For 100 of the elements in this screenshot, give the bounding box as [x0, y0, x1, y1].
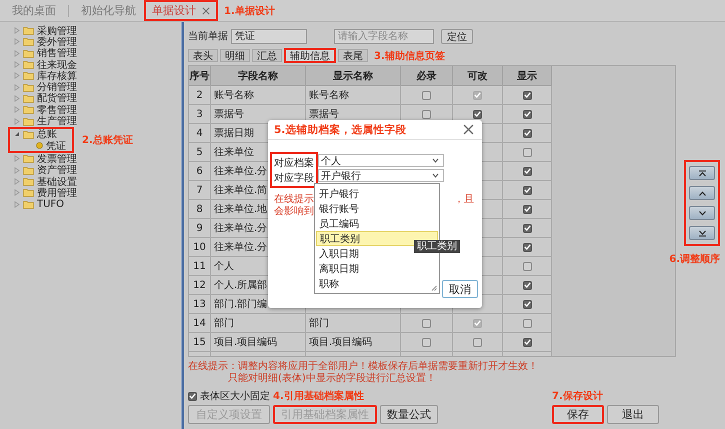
table-cell: 11	[189, 257, 211, 276]
checkbox[interactable]	[522, 318, 532, 328]
checkbox[interactable]	[422, 338, 431, 346]
folder-icon	[23, 130, 34, 139]
expand-arrow-icon[interactable]	[14, 38, 20, 46]
locate-button[interactable]: 定位	[441, 28, 473, 44]
folder-icon	[23, 188, 34, 198]
dropdown-option[interactable]: 离职日期	[316, 261, 438, 276]
tree-item[interactable]: 凭证	[46, 138, 66, 153]
checkbox[interactable]	[522, 204, 532, 214]
expand-arrow-icon[interactable]	[14, 189, 20, 196]
dropdown-option[interactable]: 银行账号	[316, 201, 438, 216]
field-label: 当前单据	[188, 30, 228, 43]
close-icon[interactable]	[202, 6, 210, 14]
expand-arrow-icon[interactable]	[14, 72, 20, 80]
tip-text: 在线提示：调整内容将应用于全部用户！模板保存后单据需要重新打开才生效！	[188, 361, 539, 372]
folder-icon	[23, 166, 34, 175]
search-field[interactable]: 请输入字段名称	[334, 28, 434, 44]
checkbox[interactable]	[522, 262, 532, 270]
table-cell: 15	[189, 333, 211, 352]
move-top-button[interactable]	[689, 166, 715, 180]
dropdown-option[interactable]: 员工编码	[316, 216, 438, 231]
collapse-arrow-icon[interactable]	[14, 131, 20, 138]
checkbox[interactable]	[422, 110, 431, 118]
checkbox[interactable]	[522, 166, 532, 176]
expand-arrow-icon[interactable]	[14, 61, 20, 68]
cancel-button[interactable]: 取消	[442, 280, 478, 298]
dropdown-field[interactable]: 开户银行	[318, 169, 444, 182]
expand-arrow-icon[interactable]	[14, 155, 20, 162]
expand-arrow-icon[interactable]	[14, 84, 20, 91]
folder-icon	[23, 154, 34, 164]
checkbox[interactable]	[522, 110, 532, 118]
move-bottom-button[interactable]	[689, 226, 715, 240]
table-cell: 3	[189, 105, 211, 124]
expand-arrow-icon[interactable]	[14, 50, 20, 57]
checkbox[interactable]	[522, 280, 532, 290]
tree-item[interactable]: 发票管理	[37, 152, 77, 166]
exit-button[interactable]: 退出	[607, 405, 659, 424]
annotation-label: 2.总账凭证	[82, 134, 133, 147]
expand-arrow-icon[interactable]	[14, 166, 20, 174]
checkbox[interactable]	[473, 338, 482, 346]
tree-item[interactable]: 资产管理	[37, 163, 77, 178]
table-cell: 9	[189, 219, 211, 238]
folder-icon	[23, 105, 34, 114]
tab[interactable]: 表尾	[338, 49, 368, 62]
folder-icon	[23, 177, 34, 186]
table-cell: 部门	[211, 314, 306, 333]
tree-item[interactable]: 销售管理	[37, 46, 77, 60]
checkbox[interactable]	[522, 338, 532, 346]
expand-arrow-icon[interactable]	[14, 200, 20, 208]
table-cell: 2	[189, 86, 211, 105]
column-header: 必录	[401, 66, 453, 86]
table-cell: 账号名称	[211, 86, 306, 105]
checkbox[interactable]	[522, 186, 532, 194]
save-button[interactable]: 保存	[552, 405, 604, 424]
table-cell: 7	[189, 181, 211, 200]
close-icon[interactable]	[463, 124, 474, 135]
tab[interactable]: 表头	[188, 49, 218, 62]
annotation-label: 7.保存设计	[552, 390, 603, 403]
checkbox[interactable]	[422, 318, 431, 328]
checkbox[interactable]	[522, 90, 532, 100]
annotation-label: 3.辅助信息页签	[374, 50, 445, 62]
checkbox[interactable]	[522, 242, 532, 252]
tab[interactable]: 辅助信息	[284, 48, 336, 63]
table-cell: 项目.项目编码	[211, 333, 306, 352]
checkbox[interactable]	[522, 224, 532, 232]
checkbox[interactable]	[522, 148, 532, 156]
dropdown-field[interactable]: 个人	[318, 154, 444, 167]
expand-arrow-icon[interactable]	[14, 94, 20, 102]
table-cell: 票据号	[211, 105, 306, 124]
folder-icon	[23, 71, 34, 80]
expand-arrow-icon[interactable]	[14, 178, 20, 185]
resize-grip-icon[interactable]	[431, 285, 437, 291]
annotation-label: 4.引用基础档案属性	[273, 389, 364, 403]
checkbox[interactable]	[188, 392, 197, 400]
document-field[interactable]: 凭证	[231, 28, 307, 44]
expand-arrow-icon[interactable]	[14, 106, 20, 114]
column-header: 可改	[453, 66, 503, 86]
checkbox[interactable]	[422, 90, 431, 100]
tree-item[interactable]: 总账	[37, 127, 57, 142]
expand-arrow-icon[interactable]	[14, 27, 20, 34]
tree-item[interactable]: 生产管理	[37, 114, 77, 128]
caret-down-icon	[698, 210, 706, 216]
move-up-button[interactable]	[689, 186, 715, 200]
dropdown-option[interactable]: 开户银行	[316, 186, 438, 201]
tab[interactable]: 明细	[220, 49, 250, 62]
action-button[interactable]: 数量公式	[380, 405, 438, 424]
move-down-button[interactable]	[689, 206, 715, 220]
checkbox[interactable]	[473, 110, 482, 118]
table-cell: 8	[189, 200, 211, 219]
checkbox[interactable]	[522, 128, 532, 138]
folder-icon	[23, 37, 34, 46]
tree-item[interactable]: TUFO	[37, 198, 64, 210]
column-header: 字段名称	[211, 66, 306, 86]
dropdown-option[interactable]: 职称	[316, 276, 438, 291]
tree-item[interactable]: 零售管理	[37, 102, 77, 117]
tab[interactable]: 汇总	[252, 49, 282, 62]
expand-arrow-icon[interactable]	[14, 118, 20, 125]
checkbox[interactable]	[522, 300, 532, 308]
tooltip: 职工类别	[414, 240, 460, 253]
